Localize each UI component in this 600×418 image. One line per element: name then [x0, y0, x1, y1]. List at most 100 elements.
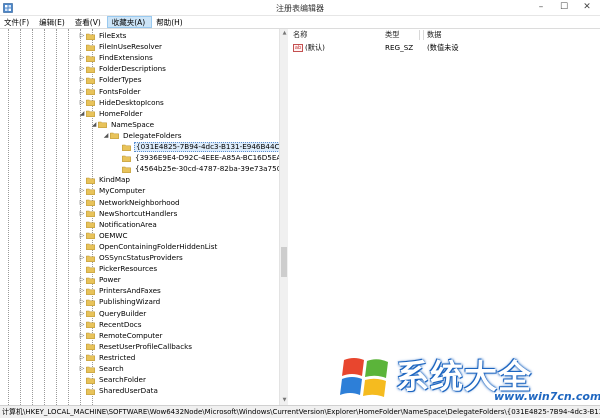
folder-icon [86, 288, 95, 295]
tree-item-label: PrintersAndFaxes [99, 286, 161, 296]
expand-arrow-icon[interactable]: ▷ [78, 186, 86, 196]
tree-guide-line [44, 29, 45, 405]
tree-item[interactable]: ▷ Restricted [78, 353, 136, 363]
scroll-down-arrow-icon[interactable]: ▼ [280, 396, 289, 405]
tree-item[interactable]: SearchFolder [78, 375, 147, 385]
column-divider[interactable] [419, 30, 420, 40]
tree-item[interactable]: PickerResources [78, 264, 158, 274]
tree-item[interactable]: ◢ HomeFolder [78, 109, 143, 119]
tree-item[interactable]: ▷ QueryBuilder [78, 309, 147, 319]
menu-item[interactable]: 帮助(H) [152, 16, 189, 28]
tree-item[interactable]: ▷ OEMWC [78, 231, 129, 241]
expand-arrow-icon[interactable]: ▷ [78, 297, 86, 307]
scrollbar-thumb[interactable] [281, 247, 287, 277]
folder-icon [86, 388, 95, 395]
expand-arrow-icon[interactable]: ▷ [78, 209, 86, 219]
expand-arrow-icon[interactable]: ▷ [78, 331, 86, 341]
folder-icon [86, 33, 95, 40]
string-value-icon: ab [293, 44, 303, 52]
values-list[interactable]: 名称 类型 数据 ab (默认) REG_SZ (数值未设 [289, 29, 600, 405]
close-button[interactable]: ✕ [576, 0, 598, 15]
tree-item[interactable]: ▷ FileExts [78, 31, 127, 41]
tree-item-label: HomeFolder [99, 108, 143, 118]
tree-item-label: SharedUserData [99, 386, 158, 396]
tree-item[interactable]: ▷ Search [78, 364, 125, 374]
folder-icon [122, 144, 131, 151]
minimize-button[interactable]: – [530, 0, 552, 15]
folder-icon [122, 155, 131, 162]
folder-icon [86, 277, 95, 284]
menu-item[interactable]: 编辑(E) [35, 16, 71, 28]
tree-item[interactable]: ◢ DelegateFolders [102, 131, 183, 141]
folder-icon [110, 132, 119, 140]
tree-item[interactable]: ResetUserProfileCallbacks [78, 342, 193, 352]
tree-item-label: Power [99, 275, 121, 285]
scroll-up-arrow-icon[interactable]: ▲ [280, 29, 289, 38]
tree-item[interactable]: ▷ NetworkNeighborhood [78, 198, 181, 208]
tree-item-label: NameSpace [111, 119, 155, 129]
expand-arrow-icon[interactable]: ◢ [102, 131, 110, 141]
tree-item[interactable]: {3936E9E4-D92C-4EEE-A85A-BC16D5EA0819} [114, 153, 287, 163]
expand-arrow-icon[interactable]: ▷ [78, 87, 86, 97]
menu-item[interactable]: 文件(F) [0, 16, 35, 28]
expand-arrow-icon[interactable]: ◢ [90, 120, 98, 130]
expand-arrow-icon[interactable]: ▷ [78, 53, 86, 63]
tree-scrollbar[interactable]: ▲ ▼ [279, 29, 288, 405]
tree-item[interactable]: ▷ OSSyncStatusProviders [78, 253, 184, 263]
tree-item[interactable]: ▷ PublishingWizard [78, 297, 161, 307]
tree-item[interactable]: ▷ FolderTypes [78, 75, 142, 85]
tree-guide-line [68, 29, 69, 405]
expand-arrow-icon[interactable]: ▷ [78, 275, 86, 285]
tree-item[interactable]: {4564b25e-30cd-4787-82ba-39e73a750b14} [114, 164, 287, 174]
expand-arrow-icon[interactable]: ▷ [78, 75, 86, 85]
expand-arrow-icon[interactable]: ▷ [78, 320, 86, 330]
tree-item[interactable]: NotificationArea [78, 220, 158, 230]
folder-icon [86, 377, 95, 384]
tree-item[interactable]: ▷ NewShortcutHandlers [78, 209, 178, 219]
value-name-cell: ab (默认) [293, 43, 325, 53]
maximize-button[interactable]: ☐ [553, 0, 575, 15]
registry-tree[interactable]: ▷ FileExts FileInUseResolver ▷ FindExtension… [0, 29, 288, 405]
tree-item[interactable]: ▷ PrintersAndFaxes [78, 286, 162, 296]
column-header-name[interactable]: 名称 [293, 29, 307, 41]
tree-item[interactable]: ▷ RemoteComputer [78, 331, 163, 341]
folder-icon [86, 77, 95, 84]
tree-item[interactable]: SharedUserData [78, 386, 159, 396]
tree-item[interactable]: FileInUseResolver [78, 42, 163, 52]
expand-arrow-icon[interactable]: ▷ [78, 198, 86, 208]
expand-arrow-icon[interactable]: ▷ [78, 64, 86, 74]
tree-item[interactable]: ▷ RecentDocs [78, 320, 142, 330]
tree-item[interactable]: ▷ MyComputer [78, 186, 146, 196]
expand-arrow-icon[interactable]: ▷ [78, 31, 86, 41]
column-header-type[interactable]: 类型 [385, 29, 399, 41]
column-header-data[interactable]: 数据 [427, 29, 441, 41]
tree-item[interactable]: ▷ HideDesktopIcons [78, 98, 165, 108]
menu-item[interactable]: 查看(V) [71, 16, 107, 28]
column-divider[interactable] [423, 30, 424, 40]
expand-arrow-icon[interactable]: ▷ [78, 231, 86, 241]
expand-arrow-icon[interactable]: ▷ [78, 98, 86, 108]
expand-arrow-icon[interactable]: ▷ [78, 353, 86, 363]
menu-item[interactable]: 收藏夹(A) [106, 16, 153, 28]
tree-item-label: RecentDocs [99, 319, 142, 329]
tree-item[interactable]: ◢ NameSpace [90, 120, 155, 130]
expand-arrow-icon[interactable]: ▷ [78, 309, 86, 319]
value-name: (默认) [305, 43, 325, 52]
window-title: 注册表编辑器 [276, 4, 324, 13]
expand-arrow-icon[interactable]: ▷ [78, 253, 86, 263]
expand-arrow-icon[interactable]: ▷ [78, 364, 86, 374]
expand-arrow-icon[interactable]: ◢ [78, 109, 86, 119]
tree-item[interactable]: ▷ FontsFolder [78, 87, 142, 97]
tree-item[interactable]: KindMap [78, 175, 131, 185]
tree-item[interactable]: ▷ Power [78, 275, 122, 285]
tree-item-label: PublishingWizard [99, 297, 161, 307]
folder-icon [86, 255, 95, 262]
tree-item[interactable]: OpenContainingFolderHiddenList [78, 242, 218, 252]
folder-icon [86, 321, 95, 329]
tree-item[interactable]: {031E4825-7B94-4dc3-B131-E946B44C8DD5} [114, 142, 287, 152]
value-row[interactable]: ab (默认) REG_SZ (数值未设 [289, 43, 600, 53]
expand-arrow-icon[interactable]: ▷ [78, 286, 86, 296]
tree-item[interactable]: ▷ FindExtensions [78, 53, 154, 63]
tree-item[interactable]: ▷ FolderDescriptions [78, 64, 167, 74]
tree-item-label: DelegateFolders [123, 130, 182, 140]
